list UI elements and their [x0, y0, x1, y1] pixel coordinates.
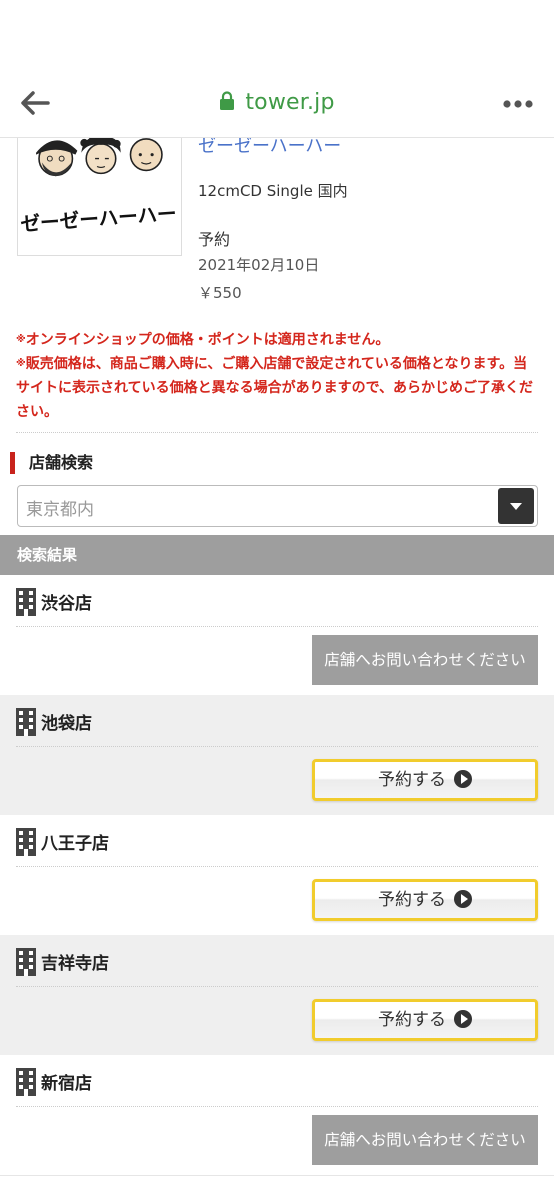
- store-row: 八王子店 予約する: [0, 815, 554, 935]
- notice-mark: ※: [16, 358, 26, 369]
- divider: [16, 866, 538, 867]
- play-arrow-icon: [454, 1010, 472, 1028]
- building-icon: [16, 588, 36, 616]
- notice-text: オンラインショップの価格・ポイントは適用されません。: [25, 332, 390, 348]
- divider: [16, 746, 538, 747]
- region-select[interactable]: 東京都内: [17, 485, 538, 527]
- divider: [16, 986, 538, 987]
- chevron-down-icon[interactable]: [498, 488, 534, 524]
- sale-status: 予約: [198, 230, 231, 249]
- store-name: 渋谷店: [41, 594, 92, 614]
- notice-text: 販売価格は、商品ご購入時に、ご購入店舗で設定されている価格となります。当サイトに…: [16, 356, 534, 420]
- divider: [16, 626, 538, 627]
- building-icon: [16, 1068, 36, 1096]
- release-date: 2021年02月10日: [198, 256, 320, 274]
- store-search-title: 店舗検索: [10, 452, 93, 474]
- divider: [16, 432, 538, 433]
- store-name: 新宿店: [41, 1074, 92, 1094]
- play-arrow-icon: [454, 770, 472, 788]
- product-format: 12cmCD Single 国内: [198, 182, 348, 200]
- cd-jacket-image[interactable]: ゼーゼーハーハー: [17, 138, 182, 256]
- contact-store-button[interactable]: 店舗へお問い合わせください: [312, 635, 538, 685]
- reserve-button-label: 予約する: [378, 890, 446, 910]
- play-arrow-icon: [454, 890, 472, 908]
- notice-item: ※販売価格は、商品ご購入時に、ご購入店舗で設定されている価格となります。当サイト…: [16, 352, 538, 424]
- store-row: 池袋店 予約する: [0, 695, 554, 815]
- store-row: 新宿店 店舗へお問い合わせください: [0, 1055, 554, 1175]
- store-name: 八王子店: [41, 834, 109, 854]
- page-bottom-edge: [0, 1175, 554, 1200]
- store-row: 渋谷店 店舗へお問い合わせください: [0, 575, 554, 695]
- store-name: 池袋店: [41, 714, 92, 734]
- lock-icon: [220, 91, 235, 110]
- browser-toolbar: tower.jp: [0, 0, 554, 138]
- product-price: ￥550: [198, 284, 242, 302]
- address-bar[interactable]: tower.jp: [0, 90, 554, 115]
- building-icon: [16, 948, 36, 976]
- notice-item: ※オンラインショップの価格・ポイントは適用されません。: [16, 328, 538, 352]
- building-icon: [16, 708, 36, 736]
- reserve-button[interactable]: 予約する: [312, 999, 538, 1041]
- store-name: 吉祥寺店: [41, 954, 109, 974]
- reserve-button[interactable]: 予約する: [312, 879, 538, 921]
- store-row: 吉祥寺店 予約する: [0, 935, 554, 1055]
- price-notice: ※オンラインショップの価格・ポイントは適用されません。 ※販売価格は、商品ご購入…: [16, 328, 538, 424]
- artist-link[interactable]: ゼーゼーハーハー: [198, 138, 341, 158]
- contact-store-button[interactable]: 店舗へお問い合わせください: [312, 1115, 538, 1165]
- store-list: 渋谷店 店舗へお問い合わせください 池袋店 予約する 八王子店 予約する 吉祥寺…: [0, 575, 554, 1175]
- more-dots-icon[interactable]: [502, 98, 534, 110]
- reserve-button-label: 予約する: [378, 1010, 446, 1030]
- search-results-header: 検索結果: [0, 535, 554, 575]
- divider: [16, 1106, 538, 1107]
- building-icon: [16, 828, 36, 856]
- product-summary: ゼーゼーハーハー ゼーゼーハーハー 12cmCD Single 国内 予約 20…: [0, 138, 554, 308]
- region-select-value: 東京都内: [26, 500, 94, 520]
- notice-mark: ※: [16, 334, 26, 345]
- url-text: tower.jp: [245, 90, 335, 115]
- reserve-button[interactable]: 予約する: [312, 759, 538, 801]
- reserve-button-label: 予約する: [378, 770, 446, 790]
